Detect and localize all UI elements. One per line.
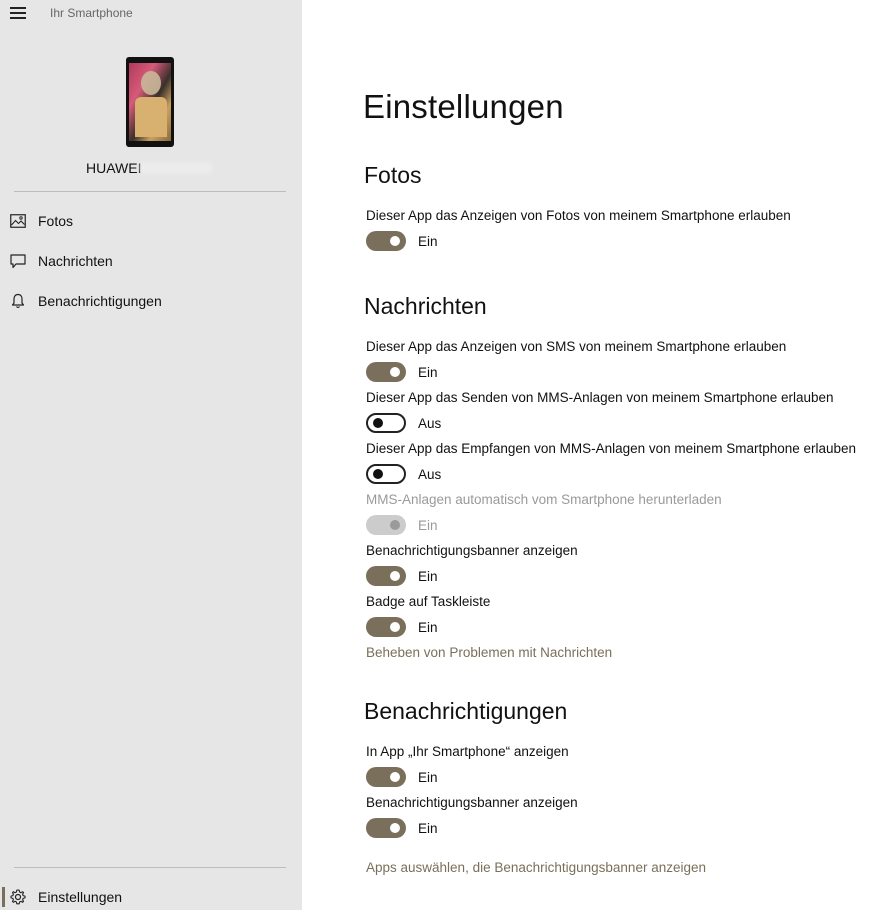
toggle-switch[interactable] <box>366 464 406 484</box>
toggle-state: Aus <box>418 415 442 431</box>
sidebar-item-label: Einstellungen <box>38 889 123 905</box>
bell-icon <box>10 293 26 309</box>
device-name: HUAWEI <box>86 160 142 176</box>
toggle-state: Ein <box>418 568 438 584</box>
toggle-state: Ein <box>418 820 438 836</box>
toggle-state: Aus <box>418 466 442 482</box>
message-icon <box>10 253 26 269</box>
toggle-switch[interactable] <box>366 818 406 838</box>
setting-label: Dieser App das Senden von MMS-Anlagen vo… <box>366 390 834 405</box>
toggle-state: Ein <box>418 233 438 249</box>
setting-label: Badge auf Taskleiste <box>366 594 491 609</box>
toggle-switch-disabled <box>366 515 406 535</box>
toggle-switch[interactable] <box>366 767 406 787</box>
toggle-state: Ein <box>418 517 438 533</box>
toggle-switch[interactable] <box>366 413 406 433</box>
page-title: Einstellungen <box>363 88 564 125</box>
toggle-state: Ein <box>418 364 438 380</box>
setting-toggle-row: Aus <box>366 413 441 433</box>
settings-page: Einstellungen Fotos Dieser App das Anzei… <box>302 0 883 910</box>
gear-icon <box>10 889 26 905</box>
setting-label: In App „Ihr Smartphone“ anzeigen <box>366 744 569 759</box>
toggle-switch[interactable] <box>366 617 406 637</box>
select-apps-banner-link[interactable]: Apps auswählen, die Benachrichtigungsban… <box>366 860 706 875</box>
toggle-switch[interactable] <box>366 362 406 382</box>
sidebar: Ihr Smartphone HUAWEI Fotos Nachrichten … <box>0 0 302 910</box>
toggle-state: Ein <box>418 619 438 635</box>
setting-label: Dieser App das Anzeigen von SMS von mein… <box>366 339 787 354</box>
device-name-redacted <box>140 162 212 174</box>
toggle-switch[interactable] <box>366 231 406 251</box>
setting-label: Benachrichtigungsbanner anzeigen <box>366 795 578 810</box>
sidebar-divider <box>14 191 286 192</box>
setting-toggle-row: Ein <box>366 515 438 535</box>
setting-label: MMS-Anlagen automatisch vom Smartphone h… <box>366 492 722 507</box>
photo-icon <box>10 213 26 229</box>
sidebar-item-einstellungen[interactable]: Einstellungen <box>0 880 302 910</box>
sidebar-bottom-divider <box>14 867 286 868</box>
setting-toggle-row: Ein <box>366 767 438 787</box>
toggle-state: Ein <box>418 769 438 785</box>
sidebar-item-benachrichtigungen[interactable]: Benachrichtigungen <box>0 284 302 318</box>
sidebar-item-label: Fotos <box>38 213 74 229</box>
sidebar-item-label: Nachrichten <box>38 253 113 269</box>
app-title: Ihr Smartphone <box>50 6 133 20</box>
toggle-switch[interactable] <box>366 566 406 586</box>
setting-toggle-row: Ein <box>366 362 438 382</box>
section-title-nachrichten: Nachrichten <box>364 293 487 319</box>
setting-label: Dieser App das Empfangen von MMS-Anlagen… <box>366 441 857 456</box>
hamburger-menu-icon[interactable] <box>10 7 26 19</box>
section-title-fotos: Fotos <box>364 162 422 188</box>
troubleshoot-messages-link[interactable]: Beheben von Problemen mit Nachrichten <box>366 645 612 660</box>
setting-toggle-row: Ein <box>366 617 438 637</box>
sidebar-item-fotos[interactable]: Fotos <box>0 204 302 238</box>
sidebar-item-nachrichten[interactable]: Nachrichten <box>0 244 302 278</box>
setting-toggle-row: Ein <box>366 231 438 251</box>
setting-label: Dieser App das Anzeigen von Fotos von me… <box>366 208 791 223</box>
setting-toggle-row: Aus <box>366 464 441 484</box>
setting-toggle-row: Ein <box>366 818 438 838</box>
device-image <box>126 57 174 147</box>
setting-label: Benachrichtigungsbanner anzeigen <box>366 543 578 558</box>
setting-toggle-row: Ein <box>366 566 438 586</box>
sidebar-item-label: Benachrichtigungen <box>38 293 162 309</box>
section-title-benachrichtigungen: Benachrichtigungen <box>364 698 568 724</box>
